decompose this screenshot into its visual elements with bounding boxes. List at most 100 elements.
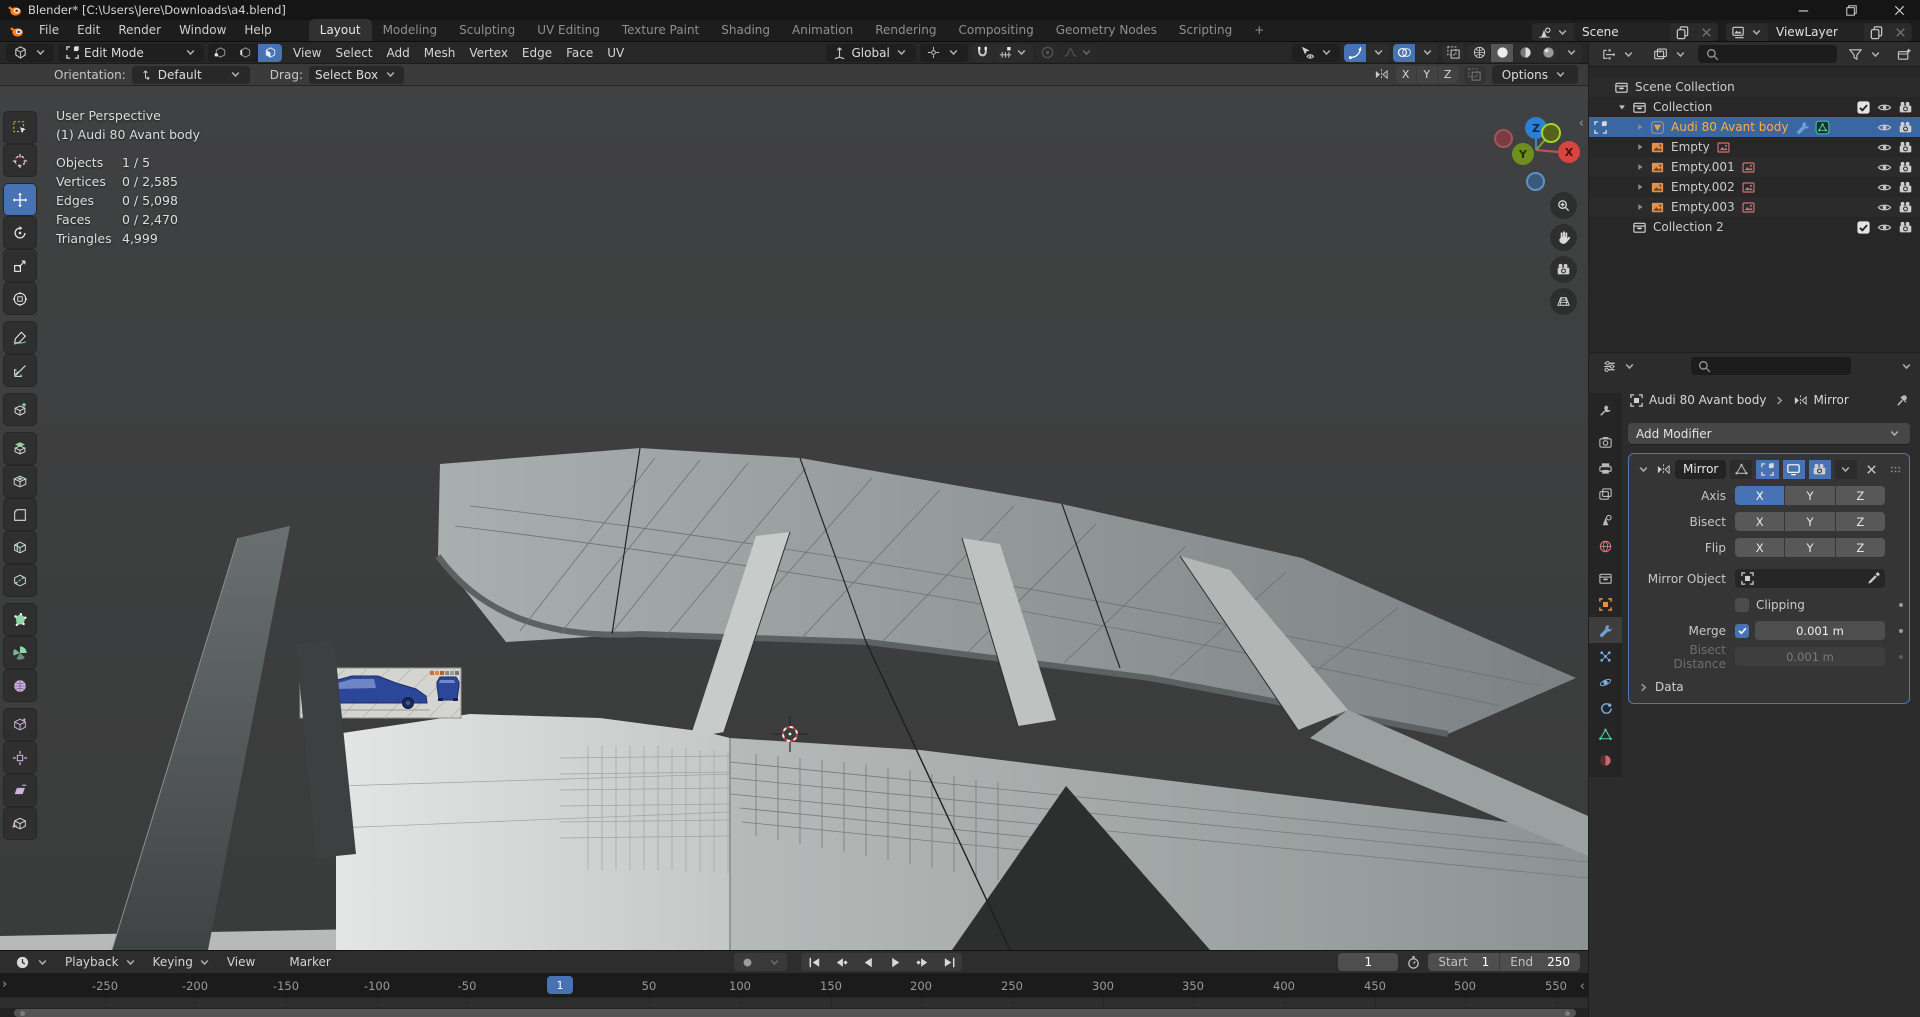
transport-button[interactable] [936, 953, 963, 971]
add-modifier-dropdown[interactable]: Add Modifier [1628, 423, 1910, 444]
transform-orientation-dropdown[interactable]: Global [825, 43, 916, 62]
properties-tab[interactable] [1589, 397, 1622, 423]
workspace-tab[interactable]: Sculpting [448, 19, 526, 41]
breadcrumb-modifier[interactable]: Mirror [1813, 393, 1848, 407]
row-label[interactable]: Empty.001 [1668, 160, 1738, 174]
breadcrumb-object[interactable]: Audi 80 Avant body [1649, 393, 1766, 407]
viewport-canvas[interactable]: User Perspective (1) Audi 80 Avant body … [0, 86, 1588, 950]
row-label[interactable]: Empty.003 [1668, 200, 1738, 214]
close-button[interactable] [1878, 0, 1920, 20]
animate-dot[interactable] [1899, 602, 1903, 607]
workspace-tab[interactable]: Animation [781, 19, 864, 41]
show-on-cage-toggle[interactable] [1730, 459, 1753, 479]
mirror-object-field[interactable] [1735, 569, 1885, 588]
eye-icon[interactable] [1876, 219, 1892, 235]
snap-pivot-dropdown[interactable] [919, 43, 968, 62]
tool-button[interactable] [4, 250, 36, 281]
transport-button[interactable] [801, 953, 828, 971]
sidebar-collapse-arrow[interactable]: ‹ [1579, 116, 1584, 131]
flip-toggle-button[interactable]: Z [1835, 538, 1885, 557]
workspace-tab[interactable]: + [1243, 19, 1275, 41]
properties-tab[interactable] [1589, 455, 1622, 481]
show-gizmo-toggle[interactable] [1344, 43, 1367, 62]
tool-button[interactable] [4, 466, 36, 497]
timeline-scrollbar[interactable] [0, 1008, 1588, 1017]
tool-button[interactable] [4, 394, 36, 425]
material-shading-button[interactable] [1514, 43, 1537, 62]
drag-dropdown[interactable]: Select Box [308, 65, 405, 84]
outliner-row[interactable]: Empty [1589, 137, 1920, 157]
menu-item[interactable]: Add [380, 44, 417, 62]
menu-item[interactable]: Help [235, 20, 280, 40]
animate-dot[interactable] [1899, 628, 1903, 633]
caret-down-icon[interactable] [1615, 99, 1628, 115]
viewlayer-browse-button[interactable] [1726, 23, 1768, 41]
eye-icon[interactable] [1876, 119, 1892, 135]
properties-tab[interactable] [1589, 533, 1622, 559]
wireframe-shading-button[interactable] [1468, 43, 1491, 62]
flip-toggle-button[interactable]: X [1735, 538, 1785, 557]
row-label[interactable]: Collection [1650, 100, 1715, 114]
outliner-row[interactable]: Audi 80 Avant body [1589, 117, 1920, 137]
mode-dropdown[interactable]: Edit Mode [58, 43, 204, 62]
caret-right-icon[interactable] [1633, 179, 1646, 195]
vertex-select-mode-button[interactable] [208, 43, 232, 62]
tool-button[interactable] [4, 184, 36, 215]
clipping-checkbox[interactable] [1735, 597, 1749, 612]
drag-grip-icon[interactable] [1887, 461, 1903, 477]
properties-tab[interactable] [1589, 507, 1622, 533]
navigation-gizmo[interactable]: Z X Y [1494, 108, 1580, 192]
snap-toggle[interactable] [971, 43, 994, 62]
caret-right-icon[interactable] [1633, 159, 1646, 175]
tool-button[interactable] [4, 775, 36, 806]
transport-button[interactable] [828, 953, 855, 971]
camera-icon[interactable] [1897, 199, 1913, 215]
start-frame-field[interactable]: Start 1 [1428, 953, 1500, 971]
transport-button[interactable] [909, 953, 936, 971]
workspace-tab[interactable]: Texture Paint [611, 19, 710, 41]
tool-button[interactable] [4, 145, 36, 176]
workspace-tab[interactable]: Layout [308, 19, 372, 41]
scene-name[interactable]: Scene [1574, 23, 1670, 41]
check-icon[interactable] [1855, 99, 1871, 115]
gizmo-z-axis-negative[interactable] [1526, 172, 1545, 191]
outliner-filter-button[interactable] [1841, 45, 1889, 63]
timeline-expand-arrow[interactable]: › [2, 977, 7, 992]
outliner-row[interactable]: Collection [1589, 97, 1920, 117]
outliner-row[interactable]: Collection 2 [1589, 217, 1920, 237]
axis-toggle-button[interactable]: Y [1785, 486, 1835, 505]
tool-button[interactable] [4, 808, 36, 839]
animate-dot[interactable] [1899, 654, 1903, 659]
merge-checkbox[interactable] [1735, 623, 1749, 638]
workspace-tab[interactable]: Modeling [372, 19, 449, 41]
zoom-button[interactable] [1550, 192, 1577, 219]
properties-tab[interactable] [1589, 643, 1622, 669]
properties-search-input[interactable] [1690, 357, 1851, 375]
options-dropdown[interactable]: Options [1491, 65, 1578, 84]
row-label[interactable]: Scene Collection [1632, 80, 1738, 94]
workspace-tab[interactable]: Compositing [947, 19, 1044, 41]
workspace-tab[interactable]: Rendering [864, 19, 947, 41]
row-label[interactable]: Empty.002 [1668, 180, 1738, 194]
eye-icon[interactable] [1876, 99, 1892, 115]
tool-button[interactable] [4, 355, 36, 386]
tool-button[interactable] [4, 217, 36, 248]
caret-right-icon[interactable] [1633, 199, 1646, 215]
panel-collapse-caret[interactable] [1635, 461, 1651, 477]
tool-button[interactable] [4, 499, 36, 530]
modifier-name-field[interactable]: Mirror [1675, 459, 1727, 479]
rendered-shading-button[interactable] [1537, 43, 1560, 62]
auto-keyframe-toggle[interactable] [734, 953, 761, 971]
outliner-editor-type-button[interactable] [1594, 45, 1642, 63]
tool-button[interactable] [4, 637, 36, 668]
scene-unlink-button[interactable] [1694, 23, 1718, 41]
ortho-grid-button[interactable] [1550, 288, 1577, 315]
eye-icon[interactable] [1876, 199, 1892, 215]
camera-icon[interactable] [1897, 139, 1913, 155]
properties-tab[interactable] [1589, 617, 1622, 643]
properties-tab[interactable] [1589, 591, 1622, 617]
timeline-menu-item[interactable]: Marker [282, 952, 357, 972]
outliner-display-mode-button[interactable] [1646, 45, 1694, 63]
snap-base-toggle[interactable] [1463, 65, 1486, 84]
menu-item[interactable]: UV [600, 44, 631, 62]
